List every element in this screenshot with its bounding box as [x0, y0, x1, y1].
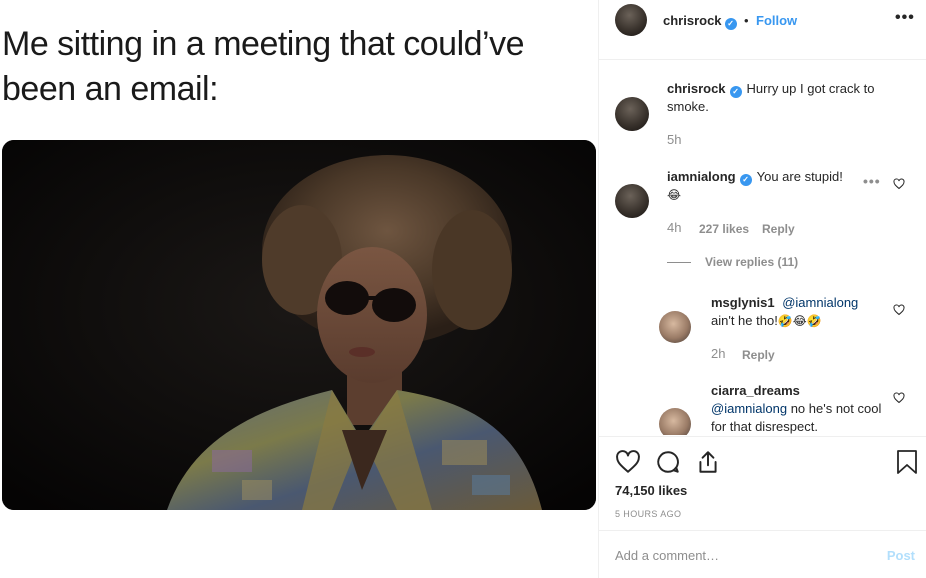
post-panel: chrisrock ✓ • Follow ••• chrisrock ✓ Hurry …	[598, 0, 926, 578]
post-likes-count[interactable]: 74,150 likes	[615, 483, 687, 498]
comment-emoji: 🤣😂🤣	[777, 314, 822, 328]
header-user-line: chrisrock ✓ • Follow	[663, 12, 797, 30]
comment-username[interactable]: iamnialong	[667, 169, 736, 184]
comments-list: chrisrock ✓ Hurry up I got crack to smoke.…	[599, 61, 926, 435]
save-bookmark-icon[interactable]	[895, 449, 919, 475]
avatar[interactable]	[615, 4, 647, 36]
post-time-ago[interactable]: 5 HOURS AGO	[615, 509, 681, 519]
list-item: msglynis1 @iamnialong ain't he tho!🤣😂🤣	[711, 294, 881, 330]
comment-username[interactable]: chrisrock	[667, 81, 726, 96]
comment-input[interactable]	[615, 545, 865, 565]
more-options-icon[interactable]: •••	[895, 9, 915, 27]
comment-time: 4h	[667, 220, 682, 235]
post-comment-button[interactable]: Post	[887, 548, 915, 563]
add-comment-bar: Post	[599, 530, 926, 578]
comment-username[interactable]: msglynis1	[711, 295, 775, 310]
comment-bubble-icon[interactable]	[655, 449, 681, 475]
avatar[interactable]	[659, 408, 691, 435]
view-replies-line	[667, 262, 691, 264]
comment-text: ain't he tho!	[711, 313, 778, 328]
list-item: ciarra_dreams @iamnialong no he's not co…	[711, 382, 883, 435]
meme-caption-text: Me sitting in a meeting that could’ve be…	[2, 25, 525, 108]
meme-photo	[2, 140, 596, 510]
like-comment-heart-icon[interactable]	[893, 178, 905, 190]
list-item: iamnialong ✓ You are stupid! 😂	[667, 168, 867, 204]
post-actions: 74,150 likes 5 HOURS AGO	[599, 436, 926, 530]
verified-badge-icon: ✓	[724, 18, 737, 30]
comment-likes[interactable]: 227 likes	[699, 222, 749, 236]
reply-label: Reply	[762, 222, 795, 236]
header-username[interactable]: chrisrock	[663, 13, 722, 28]
comment-more-icon[interactable]: •••	[863, 173, 881, 189]
avatar[interactable]	[615, 184, 649, 218]
verified-badge-icon: ✓	[739, 174, 752, 186]
reply-label: Reply	[742, 348, 775, 362]
like-heart-icon[interactable]	[615, 449, 641, 475]
verified-badge-icon: ✓	[729, 86, 742, 98]
comment-text: You are stupid!	[756, 169, 843, 184]
view-replies-button[interactable]: View replies (11)	[667, 255, 798, 269]
avatar[interactable]	[615, 97, 649, 131]
comment-emoji: 😂	[667, 188, 682, 202]
like-comment-heart-icon[interactable]	[893, 304, 905, 316]
like-comment-heart-icon[interactable]	[893, 392, 905, 404]
follow-button[interactable]: Follow	[756, 13, 797, 28]
comment-mention[interactable]: @iamnialong	[782, 295, 858, 310]
reply-button[interactable]: Reply	[762, 222, 795, 236]
comment-likes-label: 227 likes	[699, 222, 750, 236]
avatar[interactable]	[659, 311, 691, 343]
post-header: chrisrock ✓ • Follow •••	[599, 0, 926, 60]
list-item: chrisrock ✓ Hurry up I got crack to smoke.	[667, 80, 907, 116]
post-media[interactable]: Me sitting in a meeting that could’ve be…	[0, 0, 598, 578]
header-separator: •	[744, 13, 749, 28]
comment-mention[interactable]: @iamnialong	[711, 401, 787, 416]
reply-button[interactable]: Reply	[742, 348, 775, 362]
comment-time: 2h	[711, 346, 726, 361]
comment-time: 5h	[667, 132, 682, 147]
share-icon[interactable]	[695, 449, 721, 475]
view-replies-label: View replies (11)	[705, 255, 799, 269]
comment-username[interactable]: ciarra_dreams	[711, 383, 800, 398]
